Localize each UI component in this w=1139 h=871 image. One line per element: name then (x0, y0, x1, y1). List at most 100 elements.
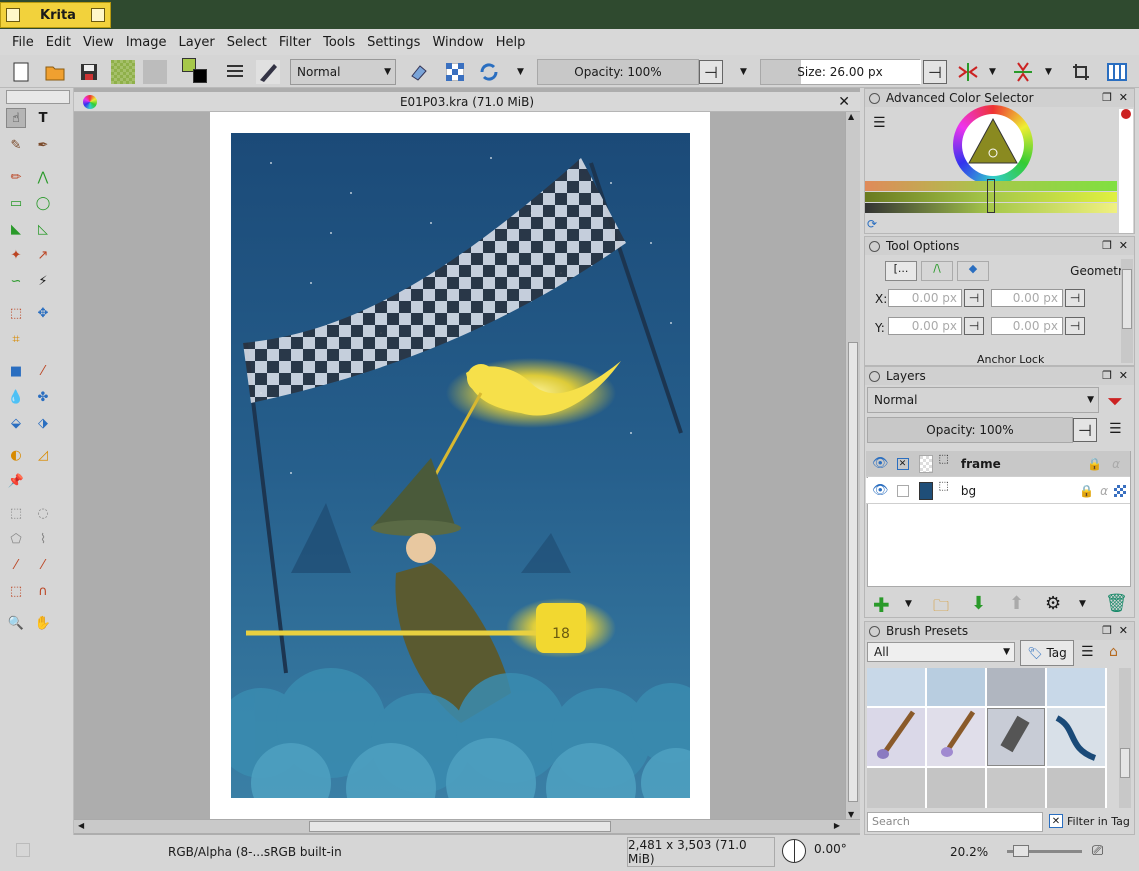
menu-window[interactable]: Window (426, 35, 489, 50)
zoom-slider[interactable] (1007, 845, 1082, 857)
brush-preset-item[interactable] (867, 708, 925, 766)
panel-toggle-icon[interactable] (869, 370, 880, 382)
polygon-tool-icon[interactable]: ◣ (6, 219, 26, 239)
layer-name[interactable]: frame (961, 457, 1001, 471)
opacity-lock-button[interactable]: ⊣ (699, 60, 723, 84)
selection-indicator-icon[interactable] (16, 843, 30, 857)
polygon-select-icon[interactable]: ⬠ (6, 529, 26, 549)
brush-settings-icon[interactable] (222, 59, 248, 85)
color-triangle[interactable] (965, 115, 1021, 171)
bezier-tool-icon[interactable]: ✦ (6, 245, 26, 265)
tag-filter-select[interactable]: All ▼ (867, 642, 1015, 662)
edit-shapes-icon[interactable]: ✒ (33, 135, 53, 155)
float-panel-icon[interactable]: ❐ (1102, 91, 1112, 104)
menu-help[interactable]: Help (490, 35, 532, 50)
color-picker-icon[interactable]: ⁄ (33, 361, 53, 381)
tab-fill-options[interactable]: ◆ (957, 261, 989, 281)
x2-lock-button[interactable]: ⊣ (1065, 289, 1085, 307)
clear-history-icon[interactable] (1121, 109, 1131, 119)
selector-settings-icon[interactable]: ☰ (873, 115, 886, 131)
app-title-tab[interactable]: Krita (0, 2, 111, 28)
resource-manager-icon[interactable]: ⌂ (1109, 644, 1118, 660)
menu-image[interactable]: Image (120, 35, 173, 50)
blend-mode-select[interactable]: Normal ▼ (290, 59, 396, 85)
size-lock-button[interactable]: ⊣ (923, 60, 947, 84)
lock-icon[interactable]: 🔒 (1079, 484, 1094, 498)
vertical-scrollbar[interactable]: ▲ ▼ (845, 112, 860, 819)
menu-tools[interactable]: Tools (317, 35, 361, 50)
layer-blend-mode-select[interactable]: Normal ▼ (867, 387, 1099, 413)
panel-toggle-icon[interactable] (869, 625, 880, 637)
chevron-down-icon[interactable]: ▼ (740, 67, 747, 77)
inherit-alpha-icon[interactable] (1114, 484, 1126, 497)
reload-preset-icon[interactable] (476, 59, 502, 85)
magnetic-select-icon[interactable]: ∩ (33, 581, 53, 601)
rect-select-icon[interactable]: ⬚ (6, 503, 26, 523)
close-icon[interactable]: ✕ (1119, 369, 1128, 382)
mirror-horizontal-icon[interactable] (955, 59, 981, 85)
delete-layer-icon[interactable]: 🗑 (1105, 593, 1128, 614)
layer-opacity-slider[interactable]: Opacity: 100% (867, 417, 1073, 443)
brush-preset-item[interactable] (1047, 768, 1105, 808)
alpha-lock-icon[interactable]: α (1100, 484, 1108, 498)
brush-preset-icon[interactable] (255, 59, 281, 85)
chevron-down-icon[interactable]: ▼ (1079, 599, 1086, 609)
tag-button[interactable]: 🏷 Tag (1020, 640, 1074, 666)
mirror-vertical-icon[interactable] (1010, 59, 1036, 85)
opacity-slider[interactable]: Opacity: 100% (537, 59, 699, 85)
reference-tool-icon[interactable]: 📌 (6, 471, 26, 491)
alpha-lock-icon[interactable]: α (1112, 457, 1120, 471)
x-position-input[interactable]: 0.00 px (888, 289, 962, 307)
layer-options-icon[interactable]: ☰ (1109, 421, 1122, 437)
horizontal-scroll-thumb[interactable] (309, 821, 611, 832)
close-icon[interactable]: ✕ (1119, 239, 1128, 252)
close-icon[interactable]: ✕ (1119, 91, 1128, 104)
color-swatches[interactable] (180, 57, 210, 87)
close-icon[interactable]: ✕ (1119, 624, 1128, 637)
crop-tool-icon[interactable]: ⌗ (6, 329, 26, 349)
brush-preset-item[interactable] (987, 768, 1045, 808)
preset-search-input[interactable]: Search (867, 812, 1043, 832)
calligraphy-icon[interactable]: ✎ (6, 135, 26, 155)
menu-edit[interactable]: Edit (40, 35, 77, 50)
layer-checkbox[interactable]: ✕ (896, 457, 909, 470)
brush-preset-item[interactable] (927, 708, 985, 766)
layer-row-frame[interactable]: 👁 ✕ ⬚ frame 🔒 α (866, 451, 1130, 477)
group-layer-icon[interactable]: 🗀 (933, 595, 949, 622)
panel-toggle-icon[interactable] (869, 92, 880, 104)
presets-view-icon[interactable]: ☰ (1081, 644, 1094, 660)
chevron-right-icon[interactable]: ▶ (834, 821, 840, 830)
tool-options-scrollbar[interactable] (1121, 259, 1133, 363)
float-panel-icon[interactable]: ❐ (1102, 239, 1112, 252)
background-color-swatch[interactable] (193, 69, 207, 83)
gradient-tool-icon[interactable]: ■ (6, 361, 26, 381)
ellipse-tool-icon[interactable]: ◯ (33, 193, 53, 213)
freehand-select-icon[interactable]: ⌇ (33, 529, 53, 549)
pan-tool-icon[interactable]: ✋ (33, 613, 53, 633)
document-tab[interactable]: E01P03.kra (71.0 MiB) ✕ (74, 92, 860, 112)
save-icon[interactable] (76, 59, 102, 85)
polyline-tool-icon[interactable]: ◺ (33, 219, 53, 239)
select-shapes-icon[interactable]: ☝ (6, 108, 26, 128)
layer-opacity-lock[interactable]: ⊣ (1073, 418, 1097, 442)
eraser-icon[interactable] (405, 59, 431, 85)
layer-checkbox[interactable] (896, 484, 909, 497)
rotation-dial-icon[interactable] (782, 839, 806, 863)
brush-preset-item[interactable] (867, 668, 925, 706)
zoom-slider-handle[interactable] (1013, 845, 1029, 857)
y2-lock-button[interactable]: ⊣ (1065, 317, 1085, 335)
ellipse-select-icon[interactable]: ◌ (33, 503, 53, 523)
gradient-icon[interactable] (142, 59, 168, 85)
panel-toggle-icon[interactable] (869, 240, 880, 252)
new-document-icon[interactable] (8, 59, 34, 85)
assistant-tool-icon[interactable]: ◐ (6, 445, 26, 465)
visibility-eye-icon[interactable]: 👁 (872, 483, 889, 498)
restore-window-icon[interactable] (91, 8, 105, 22)
chevron-down-icon[interactable]: ▼ (848, 810, 854, 819)
zoom-tool-icon[interactable]: 🔍 (6, 613, 26, 633)
fit-screen-icon[interactable]: ⎚ (1092, 843, 1103, 859)
menu-select[interactable]: Select (221, 35, 273, 50)
move-up-icon[interactable]: ⬆ (1009, 593, 1024, 614)
brush-preset-item[interactable] (987, 708, 1045, 766)
x-size-input[interactable]: 0.00 px (991, 289, 1063, 307)
